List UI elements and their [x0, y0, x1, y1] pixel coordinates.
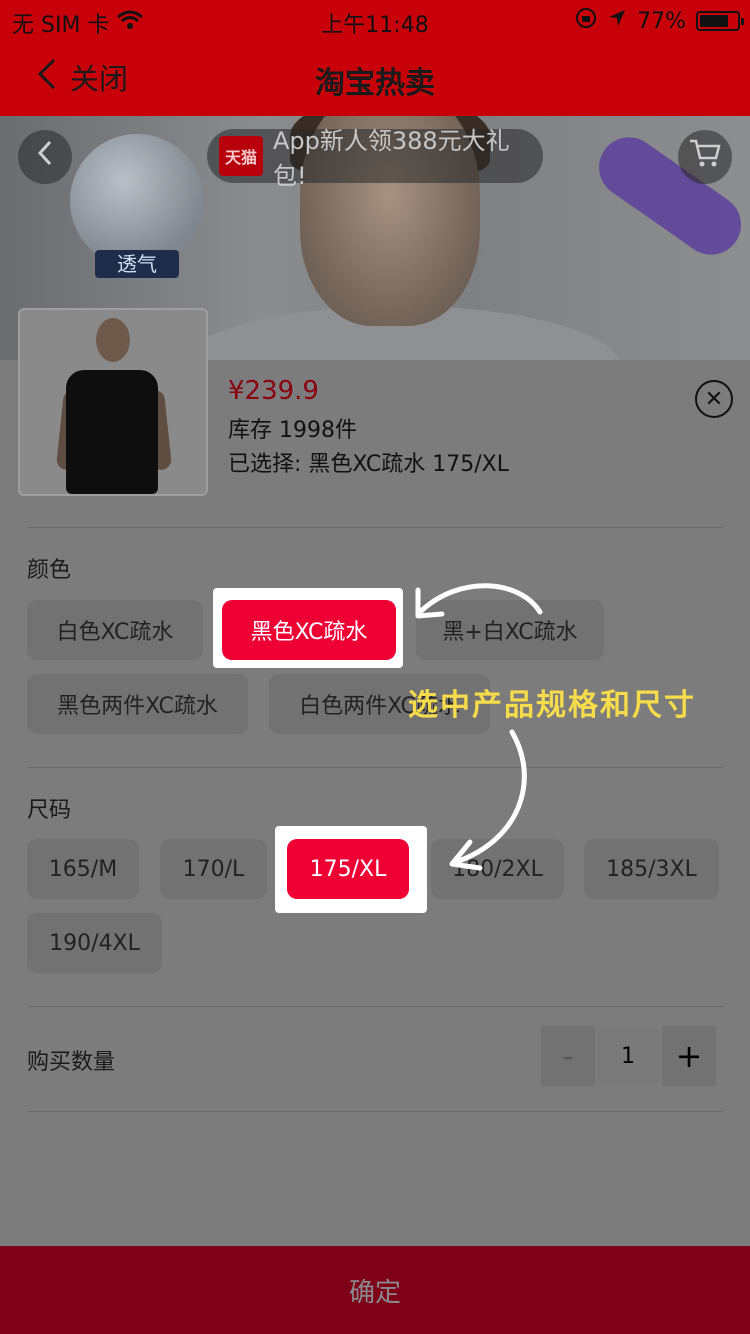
annotation-arrows: [415, 583, 543, 871]
annotation-text: 选中产品规格和尺寸: [408, 688, 696, 723]
arrow-to-color: [417, 583, 543, 615]
arrow-to-size: [453, 729, 527, 865]
